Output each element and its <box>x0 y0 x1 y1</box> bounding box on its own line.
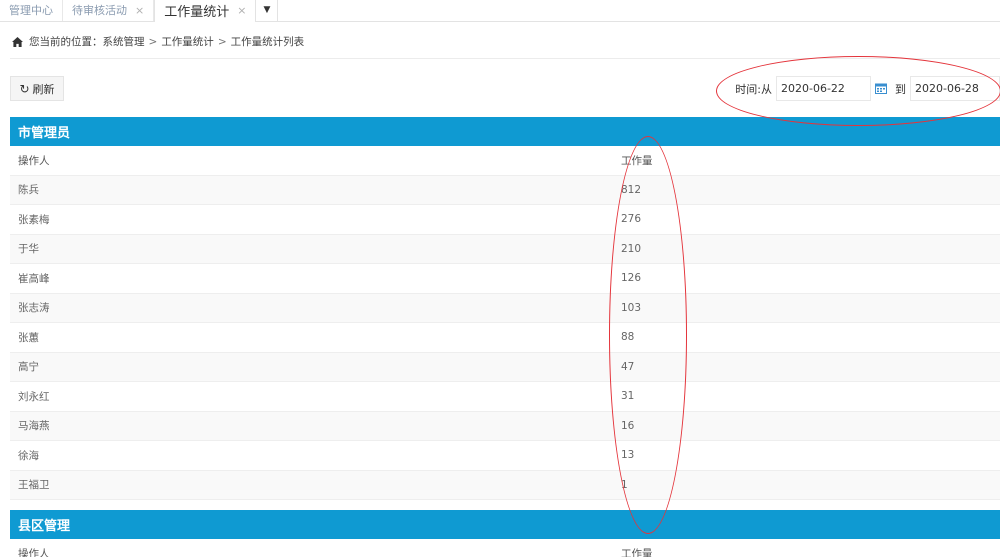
tab-dropdown-button[interactable]: ▼ <box>256 0 279 21</box>
tab-label: 管理中心 <box>9 4 53 17</box>
column-header-workload: 工作量 <box>621 154 653 167</box>
table-row: 王福卫 1 <box>10 470 1000 500</box>
table-row: 张素梅 276 <box>10 205 1000 235</box>
date-to-input[interactable]: 2020-06-28 <box>910 76 1000 101</box>
breadcrumb: 您当前的位置： 系统管理 > 工作量统计 > 工作量统计列表 <box>12 34 304 49</box>
workload-table-city-admin: 操作人 工作量 陈兵 812 张素梅 276 于华 210 崔高峰 126 张志… <box>10 146 1000 500</box>
tab-workload-stats[interactable]: 工作量统计 × <box>154 0 257 22</box>
operator-cell: 陈兵 <box>18 184 39 197</box>
column-header-operator: 操作人 <box>18 547 50 557</box>
section-header-city-admin: 市管理员 <box>10 117 1000 146</box>
operator-cell: 张素梅 <box>18 213 50 226</box>
table-header-row: 操作人 工作量 <box>10 539 1000 557</box>
date-range-filter: 时间:从 2020-06-22 到 2020-06-28 <box>735 76 1000 101</box>
workload-cell: 812 <box>621 183 642 196</box>
workload-cell: 1 <box>621 478 628 491</box>
operator-cell: 崔高峰 <box>18 272 50 285</box>
workload-cell: 276 <box>621 213 642 226</box>
workload-cell: 210 <box>621 242 642 255</box>
operator-cell: 徐海 <box>18 449 39 462</box>
table-row: 徐海 13 <box>10 441 1000 471</box>
home-icon <box>12 36 23 47</box>
tab-label: 待审核活动 <box>72 4 127 17</box>
operator-cell: 刘永红 <box>18 390 50 403</box>
table-row: 崔高峰 126 <box>10 264 1000 294</box>
refresh-label: 刷新 <box>32 82 55 96</box>
table-row: 张蕙 88 <box>10 323 1000 353</box>
breadcrumb-item: 工作量统计列表 <box>230 36 305 48</box>
table-row: 陈兵 812 <box>10 175 1000 205</box>
operator-cell: 张志涛 <box>18 302 50 315</box>
close-icon[interactable]: × <box>135 4 144 17</box>
date-from-input[interactable]: 2020-06-22 <box>776 76 871 101</box>
table-row: 刘永红 31 <box>10 382 1000 412</box>
workload-cell: 13 <box>621 449 635 462</box>
breadcrumb-separator: > <box>217 35 227 48</box>
workload-cell: 16 <box>621 419 635 432</box>
date-to-label: 到 <box>895 82 906 96</box>
chevron-down-icon: ▼ <box>263 5 271 15</box>
table-row: 于华 210 <box>10 234 1000 264</box>
operator-cell: 张蕙 <box>18 331 39 344</box>
operator-cell: 于华 <box>18 243 39 256</box>
table-row: 马海燕 16 <box>10 411 1000 441</box>
column-header-operator: 操作人 <box>18 154 50 167</box>
breadcrumb-item[interactable]: 系统管理 <box>103 34 145 49</box>
divider <box>10 58 1000 59</box>
workload-cell: 31 <box>621 390 635 403</box>
close-icon[interactable]: × <box>237 4 246 17</box>
column-header-workload: 工作量 <box>621 547 653 557</box>
operator-cell: 马海燕 <box>18 420 50 433</box>
calendar-icon[interactable] <box>875 83 887 94</box>
workload-table-county-admin: 操作人 工作量 <box>10 539 1000 557</box>
tab-pending-review[interactable]: 待审核活动 × <box>63 0 155 21</box>
breadcrumb-separator: > <box>148 35 158 48</box>
table-row: 高宁 47 <box>10 352 1000 382</box>
workload-cell: 126 <box>621 272 642 285</box>
date-from-label: 时间:从 <box>735 82 772 96</box>
tab-bar: 管理中心 待审核活动 × 工作量统计 × ▼ <box>0 0 1000 22</box>
breadcrumb-prefix: 您当前的位置： <box>29 36 103 48</box>
workload-cell: 103 <box>621 301 642 314</box>
table-header-row: 操作人 工作量 <box>10 146 1000 176</box>
tab-label: 工作量统计 <box>164 5 230 20</box>
breadcrumb-item[interactable]: 工作量统计 <box>161 34 214 49</box>
section-title: 市管理员 <box>18 126 71 141</box>
operator-cell: 高宁 <box>18 361 39 374</box>
refresh-button[interactable]: ↻ 刷新 <box>10 76 64 101</box>
tab-management-center[interactable]: 管理中心 <box>0 0 63 21</box>
workload-cell: 47 <box>621 360 635 373</box>
refresh-icon: ↻ <box>19 81 30 96</box>
workload-cell: 88 <box>621 331 635 344</box>
section-header-county-admin: 县区管理 <box>10 510 1000 539</box>
section-title: 县区管理 <box>18 519 71 534</box>
table-row: 张志涛 103 <box>10 293 1000 323</box>
operator-cell: 王福卫 <box>18 479 50 492</box>
